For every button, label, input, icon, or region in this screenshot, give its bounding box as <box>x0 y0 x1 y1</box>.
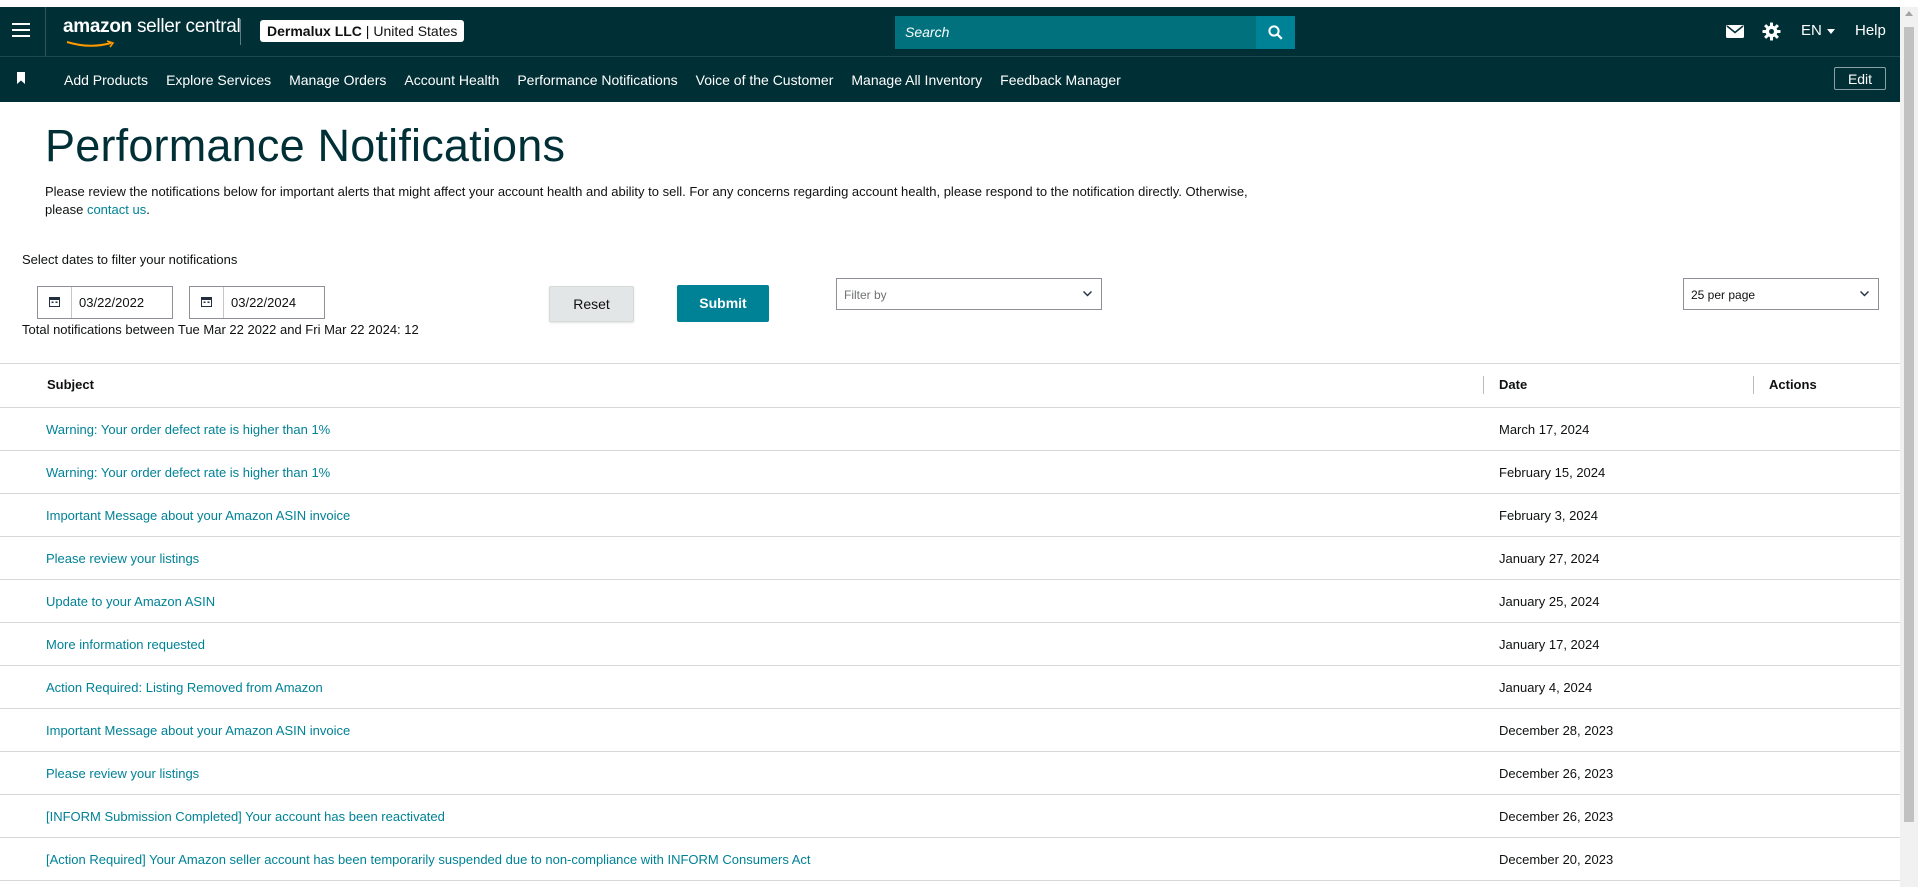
table-row: [Action Required] Your Amazon seller acc… <box>0 838 1900 881</box>
column-actions: Actions <box>1769 377 1817 392</box>
search-input[interactable]: Search <box>895 16 1256 49</box>
table-row: Warning: Your order defect rate is highe… <box>0 408 1900 451</box>
nav-add-products[interactable]: Add Products <box>64 72 148 88</box>
notification-subject-link[interactable]: Warning: Your order defect rate is highe… <box>46 465 330 480</box>
account-divider <box>240 19 241 45</box>
scrollbar[interactable] <box>1900 7 1918 887</box>
notification-subject-link[interactable]: Update to your Amazon ASIN <box>46 594 215 609</box>
calendar-icon <box>201 297 212 307</box>
nav-manage-orders[interactable]: Manage Orders <box>289 72 386 88</box>
table-row: Warning: Your order defect rate is highe… <box>0 451 1900 494</box>
notification-date: February 3, 2024 <box>1499 508 1599 523</box>
submit-button[interactable]: Submit <box>677 285 769 322</box>
table-row: [INFORM Submission Completed] Your accou… <box>0 795 1900 838</box>
notification-subject-link[interactable]: [INFORM Submission Completed] Your accou… <box>46 809 445 824</box>
notification-subject-link[interactable]: [Action Required] Your Amazon seller acc… <box>46 852 811 867</box>
notification-subject-link[interactable]: More information requested <box>46 637 205 652</box>
column-subject[interactable]: Subject <box>47 377 94 392</box>
nav-feedback-manager[interactable]: Feedback Manager <box>1000 72 1121 88</box>
language-label: EN <box>1801 22 1822 39</box>
nav-links: Add Products Explore Services Manage Ord… <box>64 57 1139 102</box>
intro-end: . <box>146 202 150 217</box>
account-region: United States <box>373 23 458 39</box>
table-header: Subject Date Actions <box>0 364 1900 408</box>
amazon-smile-icon <box>66 40 115 48</box>
per-page-select[interactable]: 25 per page <box>1683 278 1879 310</box>
notification-subject-link[interactable]: Warning: Your order defect rate is highe… <box>46 422 330 437</box>
per-page-value: 25 per page <box>1691 288 1756 302</box>
calendar-icon <box>49 297 60 307</box>
nav-explore-services[interactable]: Explore Services <box>166 72 271 88</box>
top-strip <box>0 0 1918 7</box>
contact-us-link[interactable]: contact us <box>87 202 146 217</box>
notification-date: December 28, 2023 <box>1499 723 1614 738</box>
notification-subject-link[interactable]: Important Message about your Amazon ASIN… <box>46 723 350 738</box>
top-header: amazon seller central Dermalux LLC | Uni… <box>0 7 1900 56</box>
search-button[interactable] <box>1256 16 1295 49</box>
nav-account-health[interactable]: Account Health <box>404 72 499 88</box>
gear-icon[interactable] <box>1762 22 1781 41</box>
column-divider[interactable] <box>1753 376 1754 394</box>
filter-by-select[interactable]: Filter by <box>836 278 1102 310</box>
notification-date: March 17, 2024 <box>1499 422 1590 437</box>
nav-voice-of-the-customer[interactable]: Voice of the Customer <box>696 72 834 88</box>
notification-date: February 15, 2024 <box>1499 465 1606 480</box>
logo-suffix: seller central <box>136 16 241 37</box>
menu-icon[interactable] <box>12 23 30 39</box>
notification-date: January 17, 2024 <box>1499 637 1600 652</box>
logo-brand: amazon <box>63 16 132 37</box>
quick-links-bar: Add Products Explore Services Manage Ord… <box>0 56 1900 102</box>
start-date-value: 03/22/2022 <box>79 295 145 310</box>
notification-date: January 4, 2024 <box>1499 680 1593 695</box>
help-link[interactable]: Help <box>1855 22 1886 39</box>
search-icon <box>1268 25 1283 40</box>
filter-by-placeholder: Filter by <box>844 288 887 302</box>
reset-button[interactable]: Reset <box>549 286 634 322</box>
column-date[interactable]: Date <box>1499 377 1527 392</box>
notification-date: December 26, 2023 <box>1499 809 1614 824</box>
table-row: Important Message about your Amazon ASIN… <box>0 494 1900 537</box>
chevron-down-icon <box>1083 291 1092 297</box>
account-name: Dermalux LLC <box>267 23 362 39</box>
notification-subject-link[interactable]: Please review your listings <box>46 551 199 566</box>
search-placeholder: Search <box>905 24 950 40</box>
account-switcher[interactable]: Dermalux LLC | United States <box>260 20 465 42</box>
table-row: Update to your Amazon ASIN January 25, 20… <box>0 580 1900 623</box>
notification-date: December 26, 2023 <box>1499 766 1614 781</box>
end-date-field[interactable]: 03/22/2024 <box>189 286 325 319</box>
start-date-field[interactable]: 03/22/2022 <box>37 286 173 319</box>
seller-central-logo[interactable]: amazon seller central <box>63 16 241 48</box>
total-notifications-text: Total notifications between Tue Mar 22 2… <box>22 322 419 337</box>
header-divider <box>45 7 46 56</box>
scrollbar-thumb[interactable] <box>1904 27 1914 822</box>
table-row: More information requested January 17, 20… <box>0 623 1900 666</box>
mail-icon[interactable] <box>1726 25 1744 38</box>
edit-button[interactable]: Edit <box>1834 67 1886 90</box>
notification-date: January 27, 2024 <box>1499 551 1600 566</box>
end-date-calendar-button[interactable] <box>190 287 224 318</box>
intro-body: Please review the notifications below fo… <box>45 184 1248 217</box>
table-row: Please review your listings December 26, … <box>0 752 1900 795</box>
notification-subject-link[interactable]: Action Required: Listing Removed from Am… <box>46 680 323 695</box>
bookmark-icon[interactable] <box>16 72 26 84</box>
nav-manage-all-inventory[interactable]: Manage All Inventory <box>851 72 982 88</box>
page-title: Performance Notifications <box>45 120 566 171</box>
intro-text: Please review the notifications below fo… <box>45 183 1275 219</box>
notification-subject-link[interactable]: Important Message about your Amazon ASIN… <box>46 508 350 523</box>
table-row: Action Required: Listing Removed from Am… <box>0 666 1900 709</box>
language-selector[interactable]: EN <box>1801 22 1835 39</box>
date-filter-label: Select dates to filter your notification… <box>22 252 238 267</box>
caret-down-icon <box>1826 28 1835 34</box>
end-date-value: 03/22/2024 <box>231 295 297 310</box>
nav-performance-notifications[interactable]: Performance Notifications <box>517 72 677 88</box>
notification-date: December 20, 2023 <box>1499 852 1614 867</box>
notification-date: January 25, 2024 <box>1499 594 1600 609</box>
table-row: Important Message about your Amazon ASIN… <box>0 709 1900 752</box>
start-date-calendar-button[interactable] <box>38 287 72 318</box>
scroll-up-icon[interactable] <box>1905 11 1913 16</box>
column-divider[interactable] <box>1483 376 1484 394</box>
table-row: Please review your listings January 27, 2… <box>0 537 1900 580</box>
chevron-down-icon <box>1860 291 1869 297</box>
notification-subject-link[interactable]: Please review your listings <box>46 766 199 781</box>
